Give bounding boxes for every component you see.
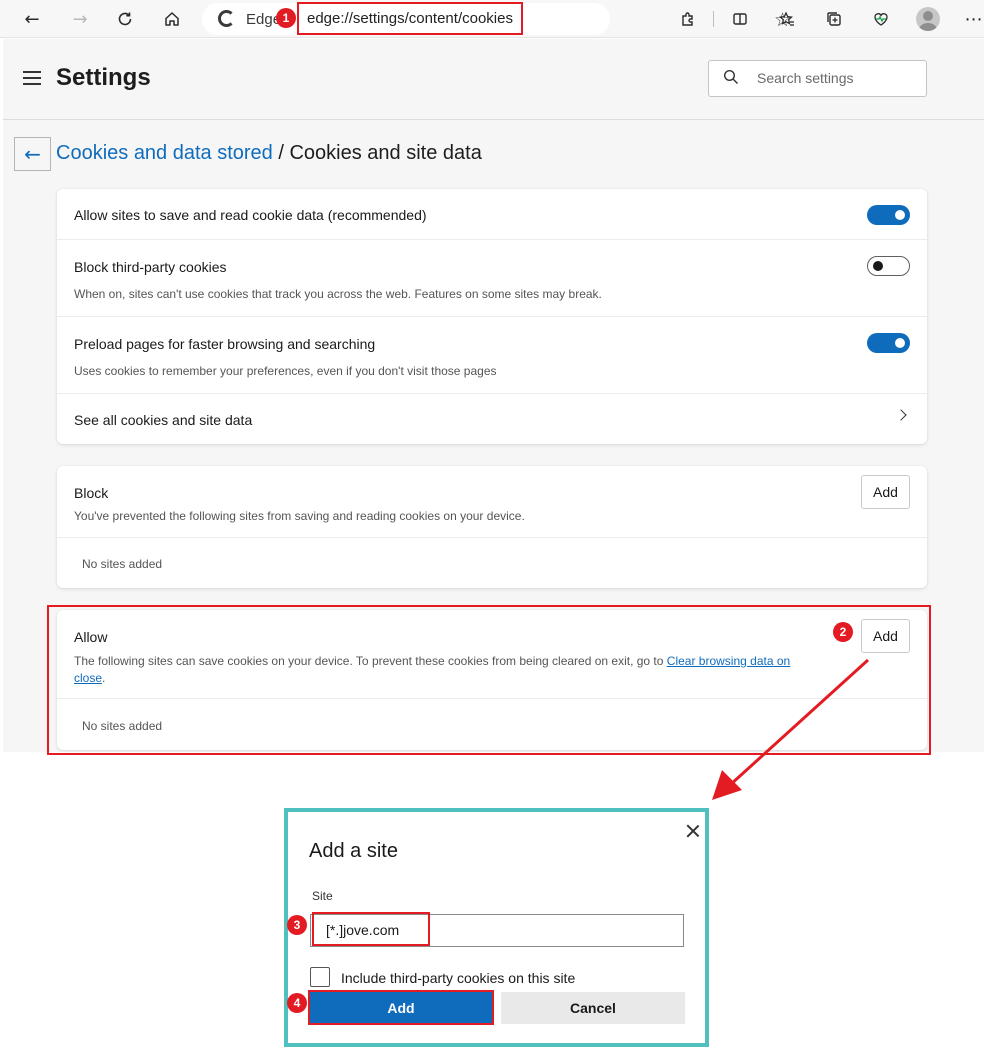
edge-icon [218, 10, 235, 27]
cookie-options-card: Allow sites to save and read cookie data… [57, 189, 927, 444]
browser-essentials-icon[interactable] [867, 5, 895, 33]
site-input-value[interactable]: [*.]jove.com [326, 922, 399, 938]
block-third-party-description: When on, sites can't use cookies that tr… [74, 287, 602, 301]
profile-avatar-icon[interactable] [916, 7, 940, 31]
menu-icon[interactable] [23, 71, 41, 85]
favorites-icon[interactable] [773, 5, 801, 33]
third-party-checkbox[interactable] [310, 967, 330, 987]
add-site-dialog: Add a site Site [*.]jove.com Include thi… [284, 808, 709, 1047]
dialog-add-button[interactable]: Add [308, 990, 494, 1025]
settings-title: Settings [56, 64, 151, 91]
preload-pages-row[interactable]: Preload pages for faster browsing and se… [57, 317, 927, 394]
chevron-right-icon [895, 409, 907, 421]
block-add-button[interactable]: Add [861, 475, 910, 509]
search-settings-input[interactable]: Search settings [708, 60, 927, 97]
see-all-cookies-label: See all cookies and site data [74, 412, 253, 428]
split-screen-icon[interactable] [726, 5, 754, 33]
allow-cookies-label: Allow sites to save and read cookie data… [74, 207, 427, 223]
step-marker-3: 3 [287, 915, 307, 935]
block-description: You've prevented the following sites fro… [74, 509, 525, 523]
dialog-title: Add a site [309, 840, 398, 862]
allow-cookies-row[interactable]: Allow sites to save and read cookie data… [57, 189, 927, 240]
block-card: Block You've prevented the following sit… [57, 466, 927, 588]
refresh-icon[interactable] [111, 5, 139, 33]
site-label: Site [312, 889, 333, 903]
block-third-party-toggle[interactable] [867, 256, 910, 276]
preload-pages-label: Preload pages for faster browsing and se… [74, 336, 376, 352]
forward-icon: → [72, 8, 88, 30]
url-text[interactable]: edge://settings/content/cookies [307, 10, 513, 27]
preload-pages-description: Uses cookies to remember your preference… [74, 364, 497, 378]
breadcrumb-current: Cookies and site data [289, 142, 482, 164]
search-icon [723, 69, 738, 84]
step-marker-2: 2 [833, 622, 853, 642]
block-empty-row: No sites added [57, 538, 927, 588]
step-marker-1: 1 [276, 8, 296, 28]
breadcrumb-separator: / [272, 142, 290, 164]
block-third-party-label: Block third-party cookies [74, 259, 227, 275]
dialog-cancel-button[interactable]: Cancel [501, 992, 685, 1024]
block-empty-text: No sites added [82, 557, 163, 571]
allow-highlight-box [47, 605, 931, 755]
url-highlight-box[interactable]: edge://settings/content/cookies [297, 2, 523, 35]
close-icon[interactable] [686, 824, 700, 838]
browser-toolbar: ← → Edge ☆ edge://settings/content/cooki… [0, 0, 984, 38]
breadcrumb-parent-link[interactable]: Cookies and data stored [56, 142, 273, 164]
home-icon[interactable] [158, 5, 186, 33]
toolbar-divider [713, 11, 714, 27]
block-third-party-row[interactable]: Block third-party cookies When on, sites… [57, 240, 927, 317]
see-all-cookies-row[interactable]: See all cookies and site data [57, 394, 927, 444]
more-icon[interactable]: ⋯ [960, 5, 984, 33]
collections-icon[interactable] [820, 5, 848, 33]
preload-pages-toggle[interactable] [867, 333, 910, 353]
block-title: Block [74, 485, 109, 501]
third-party-checkbox-label[interactable]: Include third-party cookies on this site [341, 970, 575, 986]
extensions-icon[interactable] [674, 5, 702, 33]
block-header-row: Block You've prevented the following sit… [57, 466, 927, 538]
back-arrow-button[interactable]: ← [14, 137, 51, 171]
search-placeholder: Search settings [757, 70, 854, 86]
step-marker-4: 4 [287, 993, 307, 1013]
allow-cookies-toggle[interactable] [867, 205, 910, 225]
header-divider [3, 119, 984, 120]
breadcrumb: Cookies and data stored / Cookies and si… [56, 142, 482, 165]
back-icon[interactable]: ← [18, 5, 46, 33]
